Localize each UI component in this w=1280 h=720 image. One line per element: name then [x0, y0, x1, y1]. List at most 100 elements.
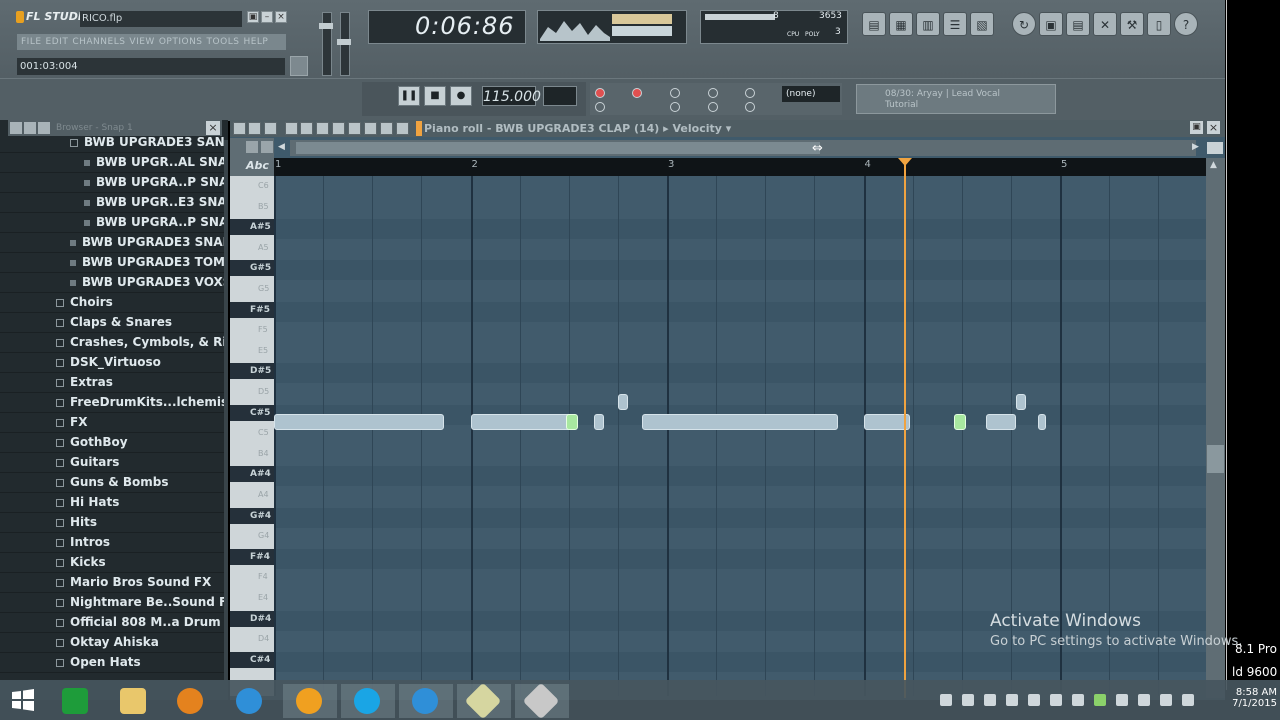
pause-button[interactable]: ❚❚	[398, 86, 420, 106]
taskbar-clock[interactable]: 8:58 AM 7/1/2015	[1219, 687, 1277, 709]
browser-item[interactable]: Open Hats	[0, 653, 224, 673]
pitch-slider-knob[interactable]	[337, 39, 351, 45]
browser-item[interactable]: Intros	[0, 533, 224, 553]
note[interactable]	[594, 414, 604, 431]
record-toggle-icon[interactable]	[595, 88, 605, 98]
white-key[interactable]: A5	[258, 243, 269, 252]
help-icon[interactable]: ?	[1174, 12, 1198, 36]
tools-icon[interactable]: ✕	[1093, 12, 1117, 36]
file-explorer-icon[interactable]	[120, 688, 146, 714]
wait-input-icon[interactable]	[745, 88, 755, 98]
tool-zoom-icon[interactable]	[380, 122, 393, 135]
browser-item[interactable]: GothBoy	[0, 433, 224, 453]
tempo-display[interactable]: 115.000	[482, 86, 541, 106]
wrench-icon[interactable]: ⚒	[1120, 12, 1144, 36]
browser-item[interactable]: Choirs	[0, 293, 224, 313]
black-key[interactable]: D#4	[230, 610, 274, 627]
tool-select-icon[interactable]	[364, 122, 377, 135]
browser-item[interactable]: BWB UPGR..E3 SNARES	[0, 193, 224, 213]
black-key[interactable]: A#5	[230, 219, 274, 236]
tool-paint-icon[interactable]	[300, 122, 313, 135]
browser-item[interactable]: Mario Bros Sound FX	[0, 573, 224, 593]
pitch-knob-icon[interactable]	[290, 56, 308, 76]
piano-roll-menu-icon[interactable]	[233, 122, 246, 135]
render-icon[interactable]: ▤	[1066, 12, 1090, 36]
browser-item[interactable]: Claps & Snares	[0, 313, 224, 333]
tray-volume-icon[interactable]	[962, 694, 974, 706]
tool-slice-icon[interactable]	[348, 122, 361, 135]
piano-roll-close-icon[interactable]: ×	[1207, 121, 1220, 134]
browser-item[interactable]: BWB UPGR..AL SNARES	[0, 153, 224, 173]
snap-dropdown[interactable]: (none)	[782, 86, 840, 102]
browser-item[interactable]: Crashes, Cymbols, & Rides	[0, 333, 224, 353]
tray-power-icon[interactable]	[1160, 694, 1172, 706]
volume-slider-knob[interactable]	[319, 23, 333, 29]
selected-note[interactable]	[954, 414, 966, 431]
tray-shield-icon[interactable]	[1072, 694, 1084, 706]
key-names-label[interactable]: Abc	[246, 159, 269, 172]
tool-magnet-icon[interactable]	[264, 122, 277, 135]
tool-playback-icon[interactable]	[396, 122, 409, 135]
white-key[interactable]: D4	[258, 634, 269, 643]
menu-help[interactable]: HELP	[243, 34, 268, 50]
browser-item[interactable]: Hits	[0, 513, 224, 533]
file-icon[interactable]: ▯	[1147, 12, 1171, 36]
white-key[interactable]: C6	[258, 181, 269, 190]
horizontal-scroll-thumb[interactable]	[296, 142, 820, 154]
menu-file[interactable]: FILE	[21, 34, 42, 50]
ie-icon[interactable]	[412, 688, 438, 714]
browser-item[interactable]: Nightmare Be..Sound Fonts	[0, 593, 224, 613]
tool-delete-icon[interactable]	[316, 122, 329, 135]
browser-item[interactable]: BWB UPGRA..P SNARES	[0, 173, 224, 193]
menu-channels[interactable]: CHANNELS	[72, 34, 125, 50]
browser-item[interactable]: Guitars	[0, 453, 224, 473]
black-key[interactable]: F#5	[230, 301, 274, 318]
white-key[interactable]: C5	[258, 428, 269, 437]
vertical-scrollbar[interactable]	[1206, 158, 1225, 698]
tool-draw-icon[interactable]	[248, 122, 261, 135]
record-button[interactable]: ●	[450, 86, 472, 106]
piano-roll-title[interactable]: Piano roll - BWB UPGRADE3 CLAP (14) ▸ Ve…	[424, 120, 731, 137]
keyboard-tool-icon[interactable]	[246, 141, 258, 153]
start-icon[interactable]	[10, 687, 36, 713]
master-pitch-slider[interactable]	[337, 12, 351, 76]
tray-network-icon[interactable]	[1094, 694, 1106, 706]
white-key[interactable]: G5	[258, 284, 269, 293]
browser-item[interactable]: Official 808 M..a Drum Kit II	[0, 613, 224, 633]
white-key[interactable]: E4	[258, 593, 268, 602]
browser-item[interactable]: BWB UPGRADE3 SANRES	[0, 133, 224, 153]
typing-keyboard-icon[interactable]	[595, 102, 605, 112]
note[interactable]	[618, 393, 628, 410]
menu-options[interactable]: OPTIONS	[159, 34, 203, 50]
note[interactable]	[471, 414, 575, 431]
mixer-icon[interactable]: ▧	[970, 12, 994, 36]
white-key[interactable]: D5	[258, 387, 269, 396]
internet-explorer-icon[interactable]	[236, 688, 262, 714]
white-key[interactable]: F5	[258, 325, 268, 334]
minimize-button[interactable]: –	[261, 11, 273, 23]
white-key[interactable]: F4	[258, 572, 268, 581]
browser-item[interactable]: FreeDrumKits...lchemist Kit	[0, 393, 224, 413]
tray-app-icon[interactable]	[1050, 694, 1062, 706]
playhead-marker[interactable]	[898, 158, 912, 166]
browser-item[interactable]: Kicks	[0, 553, 224, 573]
browser-item[interactable]: Extras	[0, 373, 224, 393]
tray-cloud-icon[interactable]	[1028, 694, 1040, 706]
black-key[interactable]: C#4	[230, 651, 274, 668]
selected-note[interactable]	[566, 414, 578, 431]
browser-item[interactable]: BWB UPGRADE3 SNAPS	[0, 233, 224, 253]
note[interactable]	[1038, 414, 1046, 431]
media-player-icon[interactable]	[177, 688, 203, 714]
blend-notes-icon[interactable]	[708, 102, 718, 112]
black-key[interactable]: D#5	[230, 363, 274, 380]
metronome-icon[interactable]	[670, 88, 680, 98]
black-key[interactable]: G#4	[230, 507, 274, 524]
note[interactable]	[986, 414, 1016, 431]
vertical-scroll-thumb[interactable]	[1207, 445, 1224, 473]
maximize-icon[interactable]: ▣	[1190, 121, 1203, 134]
note[interactable]	[274, 414, 444, 431]
tray-signal-icon[interactable]	[1182, 694, 1194, 706]
stamp-tool-icon[interactable]	[261, 141, 273, 153]
menu-view[interactable]: VIEW	[129, 34, 154, 50]
white-key[interactable]: B4	[258, 449, 269, 458]
